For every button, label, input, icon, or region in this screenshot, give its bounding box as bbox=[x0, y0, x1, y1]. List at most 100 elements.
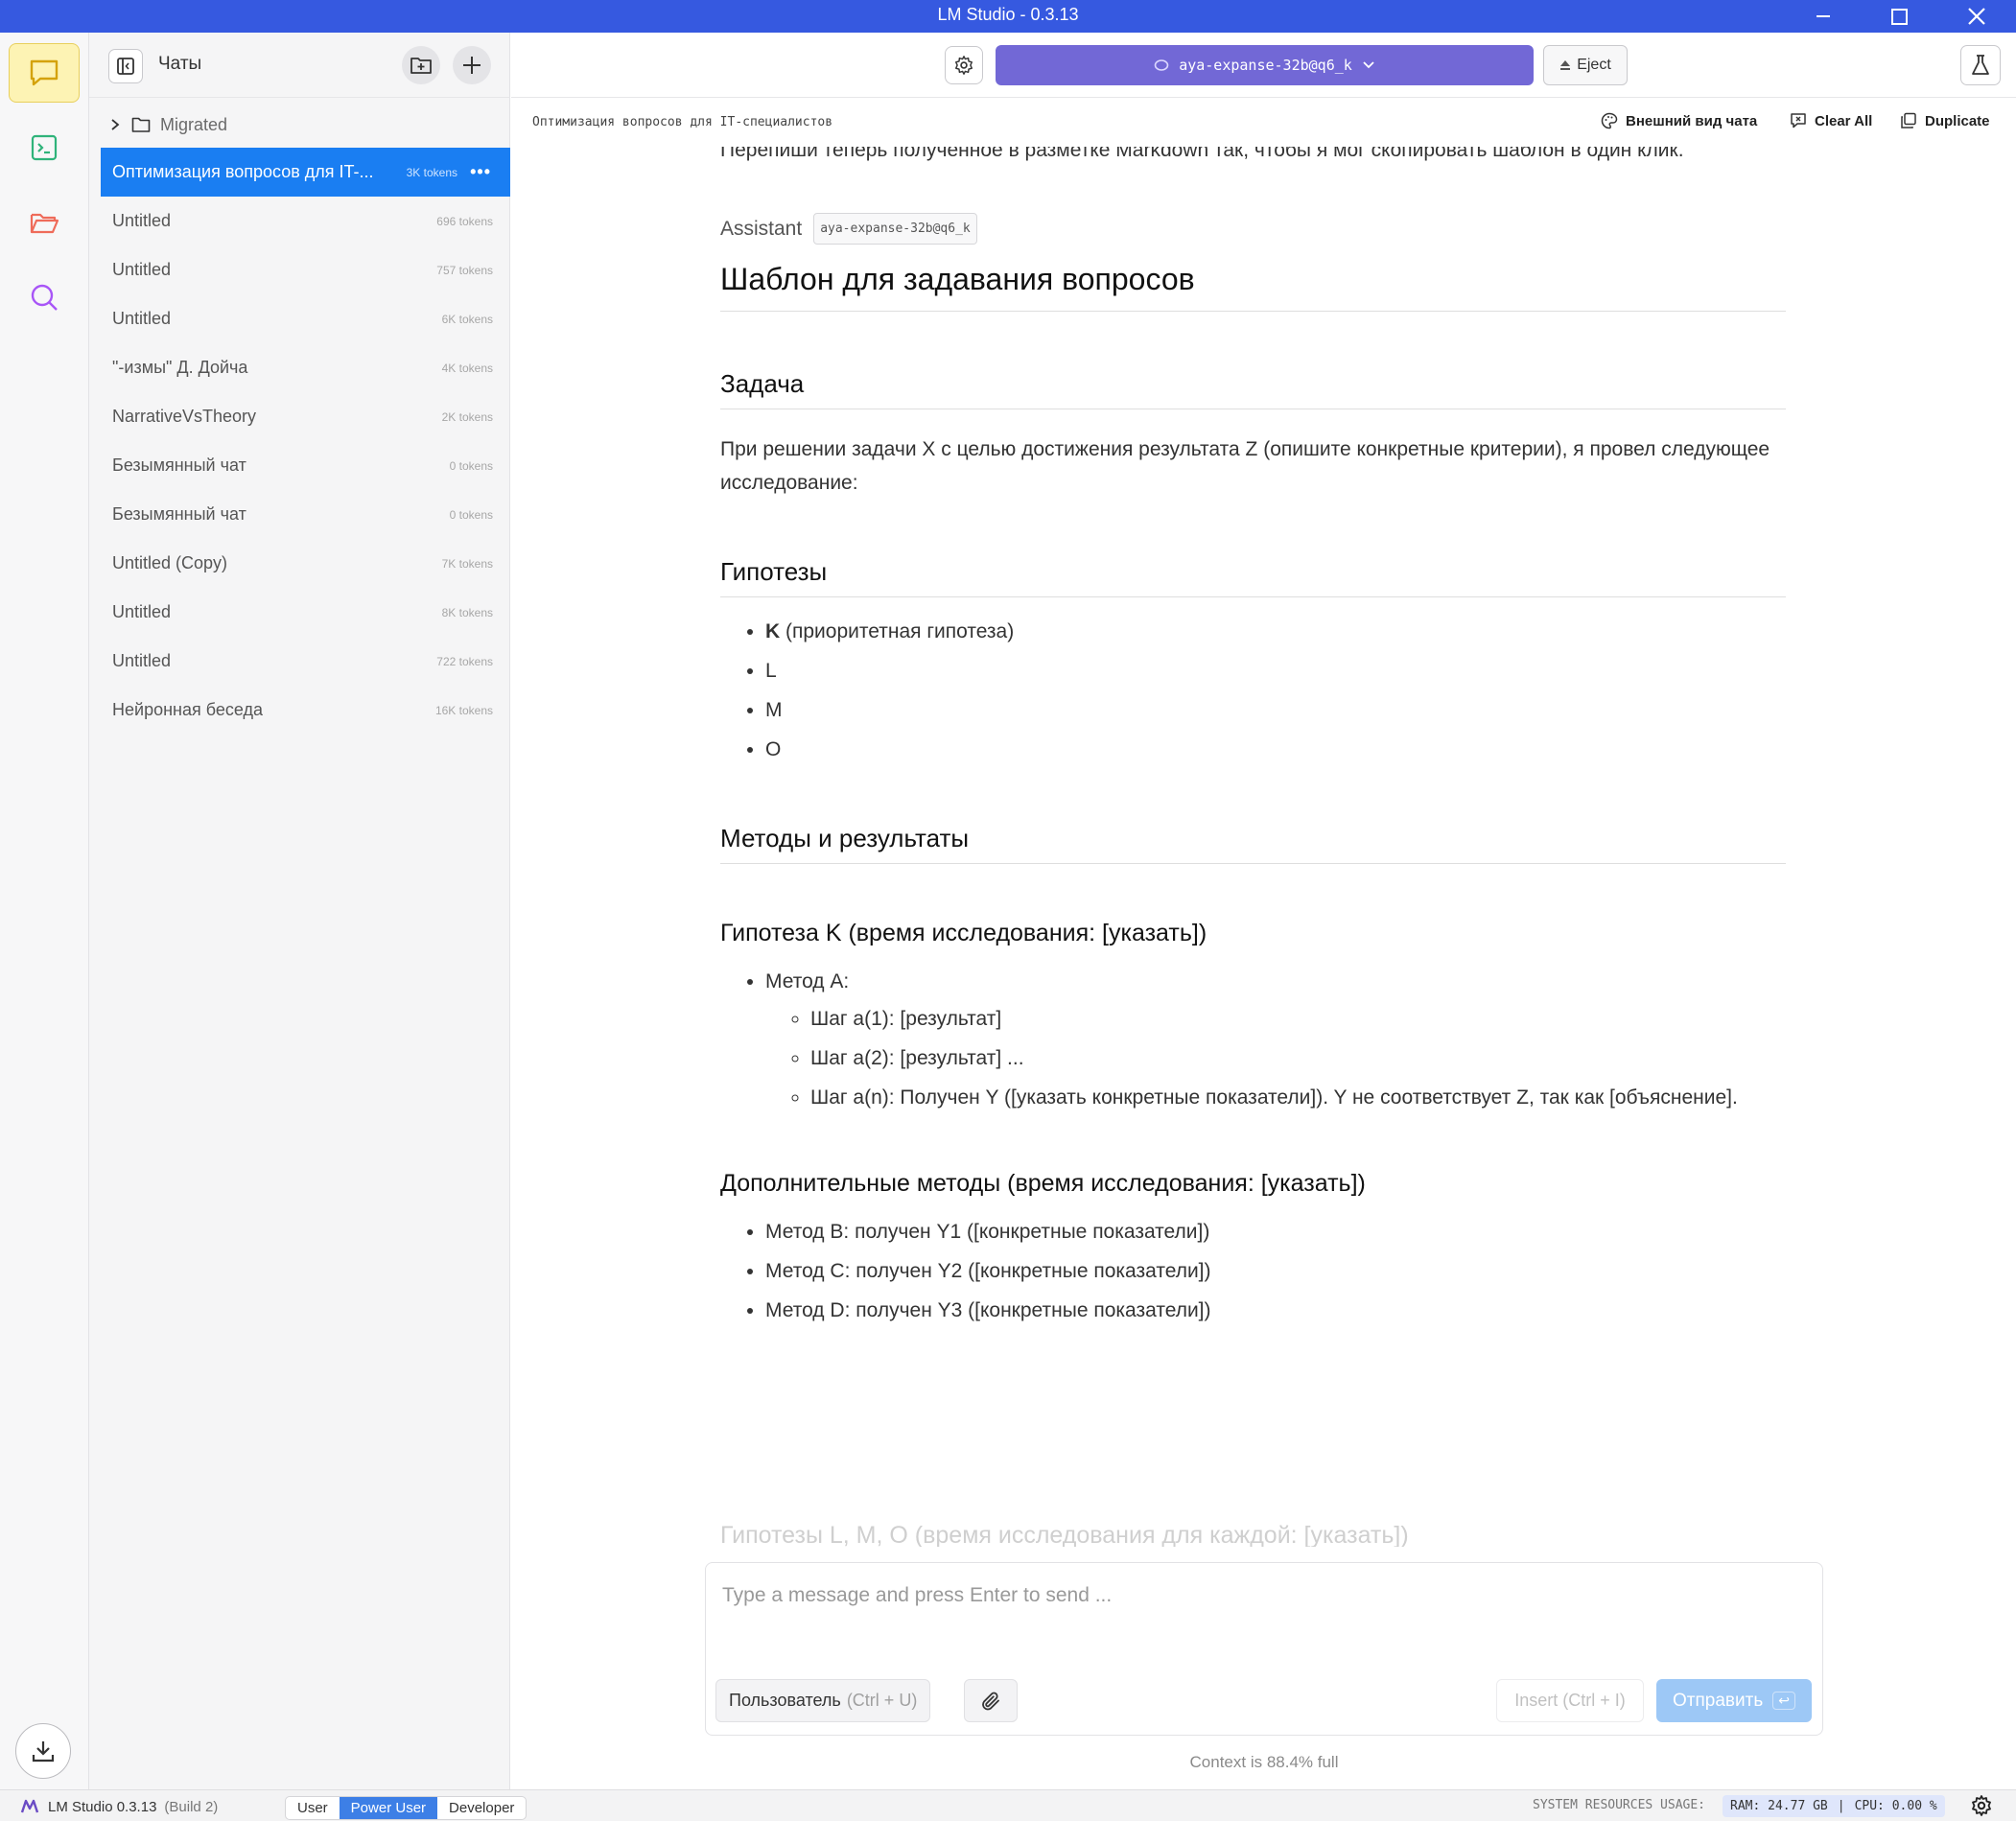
chat-item-title: NarrativeVsTheory bbox=[112, 407, 257, 426]
folder-migrated[interactable]: Migrated bbox=[89, 104, 510, 146]
chat-item-tokens: 16K tokens bbox=[434, 703, 493, 717]
main-topbar: aya-expanse-32b@q6_k Eject bbox=[511, 33, 2016, 98]
task-text: При решении задачи X с целью достижения … bbox=[720, 438, 1770, 494]
hypotheses-list: K (приоритетная гипотеза) L M O bbox=[720, 615, 1786, 766]
list-item: L bbox=[765, 654, 1786, 688]
duplicate-icon bbox=[1901, 112, 1916, 128]
insert-button[interactable]: Insert (Ctrl + I) bbox=[1496, 1679, 1644, 1722]
resources-readout[interactable]: RAM: 24.77 GB | CPU: 0.00 % bbox=[1723, 1795, 1945, 1817]
settings-button[interactable] bbox=[945, 46, 983, 84]
insert-shortcut: (Ctrl + I) bbox=[1562, 1691, 1626, 1710]
mode-developer-button[interactable]: Developer bbox=[437, 1797, 526, 1819]
clear-all-button[interactable]: Clear All bbox=[1790, 112, 1872, 129]
chat-item[interactable]: NarrativeVsTheory 2K tokens bbox=[101, 392, 510, 441]
chat-item[interactable]: Untitled 722 tokens bbox=[101, 637, 510, 686]
palette-icon bbox=[1601, 112, 1618, 129]
downloads-button[interactable] bbox=[15, 1723, 71, 1779]
role-shortcut: (Ctrl + U) bbox=[846, 1691, 918, 1710]
send-button[interactable]: Отправить ↩ bbox=[1656, 1679, 1812, 1722]
chat-item[interactable]: Untitled 6K tokens bbox=[101, 294, 510, 343]
mode-switcher: User Power User Developer bbox=[285, 1796, 527, 1820]
app-version: LM Studio 0.3.13 (Build 2) bbox=[19, 1798, 218, 1815]
resources-label: SYSTEM RESOURCES USAGE: bbox=[1533, 1798, 1706, 1812]
more-options-icon[interactable]: ••• bbox=[470, 162, 491, 182]
maximize-icon bbox=[1890, 8, 1908, 25]
user-message-text: Перепиши теперь полученное в разметке Ma… bbox=[720, 147, 1684, 161]
minimize-button[interactable] bbox=[1784, 0, 1863, 33]
chat-item-tokens: 7K tokens bbox=[441, 556, 493, 571]
developer-nav-button[interactable] bbox=[9, 118, 80, 177]
method-a-steps: Шаг a(1): [результат] Шаг a(2): [результ… bbox=[765, 1002, 1786, 1114]
message-composer: Пользователь (Ctrl + U) Insert (Ctrl + I… bbox=[705, 1562, 1823, 1736]
experiment-button[interactable] bbox=[1960, 45, 2001, 85]
close-button[interactable] bbox=[1937, 0, 2016, 33]
methods-heading: Методы и результаты bbox=[720, 824, 1786, 864]
download-icon bbox=[32, 1741, 55, 1763]
chat-appearance-button[interactable]: Внешний вид чата bbox=[1601, 112, 1757, 129]
collapse-sidebar-button[interactable] bbox=[108, 49, 143, 83]
chat-item[interactable]: Безымянный чат 0 tokens bbox=[101, 490, 510, 539]
hypothesis-text: (приоритетная гипотеза) bbox=[780, 620, 1015, 642]
list-item: Метод B: получен Y1 ([конкретные показат… bbox=[765, 1215, 1786, 1249]
flask-icon bbox=[1972, 55, 1989, 75]
chat-title: Оптимизация вопросов для IT-специалистов bbox=[532, 115, 833, 129]
markdown-h1: Шаблон для задавания вопросов bbox=[720, 262, 1786, 312]
chat-list: Оптимизация вопросов для IT-... 3K token… bbox=[101, 148, 510, 735]
nav-rail bbox=[0, 33, 89, 1789]
chat-item-tokens: 2K tokens bbox=[441, 409, 493, 424]
chat-subheader: Оптимизация вопросов для IT-специалистов… bbox=[511, 99, 2016, 147]
chat-item-active[interactable]: Оптимизация вопросов для IT-... 3K token… bbox=[101, 148, 510, 197]
chat-item[interactable]: Untitled 696 tokens bbox=[101, 197, 510, 245]
chat-item-tokens: 722 tokens bbox=[436, 654, 493, 668]
mode-power-user-button[interactable]: Power User bbox=[339, 1797, 438, 1819]
message-list: Перепиши теперь полученное в разметке Ma… bbox=[720, 147, 1786, 1542]
message-input[interactable] bbox=[722, 1584, 1777, 1607]
app-settings-button[interactable] bbox=[1970, 1794, 1993, 1821]
maximize-button[interactable] bbox=[1860, 0, 1938, 33]
chat-item-tokens: 0 tokens bbox=[449, 507, 493, 522]
list-item: K (приоритетная гипотеза) bbox=[765, 615, 1786, 648]
attach-file-button[interactable] bbox=[964, 1679, 1018, 1722]
role-toggle-button[interactable]: Пользователь (Ctrl + U) bbox=[715, 1679, 931, 1722]
hypothesis-k-heading: Гипотеза K (время исследования: [указать… bbox=[720, 920, 1207, 946]
chats-sidebar: Чаты Migrated Оптимизация вопросов для I… bbox=[89, 33, 510, 1789]
model-selector[interactable]: aya-expanse-32b@q6_k bbox=[996, 45, 1534, 85]
chat-item[interactable]: Безымянный чат 0 tokens bbox=[101, 441, 510, 490]
chat-item-tokens: 4K tokens bbox=[441, 361, 493, 375]
window-titlebar: LM Studio - 0.3.13 bbox=[0, 0, 2016, 33]
role-label: Пользователь bbox=[729, 1691, 841, 1710]
sidebar-header: Чаты bbox=[89, 33, 510, 98]
chat-item[interactable]: "-измы" Д. Дойча 4K tokens bbox=[101, 343, 510, 392]
chat-item[interactable]: Нейронная беседа 16K tokens bbox=[101, 686, 510, 735]
list-item: Шаг a(2): [результат] ... bbox=[810, 1041, 1786, 1075]
chat-item-tokens: 757 tokens bbox=[436, 263, 493, 277]
chat-item[interactable]: Untitled 8K tokens bbox=[101, 588, 510, 637]
folder-plus-icon bbox=[410, 58, 432, 74]
mode-user-button[interactable]: User bbox=[286, 1797, 340, 1819]
duplicate-button[interactable]: Duplicate bbox=[1900, 112, 1990, 129]
chat-item-tokens: 8K tokens bbox=[441, 605, 493, 619]
return-key-icon: ↩ bbox=[1772, 1692, 1795, 1710]
close-icon bbox=[1968, 8, 1985, 25]
chat-nav-button[interactable] bbox=[9, 43, 80, 103]
assistant-label: Assistant bbox=[720, 217, 803, 240]
build-number: (Build 2) bbox=[164, 1798, 219, 1815]
models-nav-button[interactable] bbox=[9, 193, 80, 252]
chat-item[interactable]: Untitled (Copy) 7K tokens bbox=[101, 539, 510, 588]
list-item: Шаг a(n): Получен Y ([указать конкретные… bbox=[810, 1081, 1786, 1114]
chat-item[interactable]: Untitled 757 tokens bbox=[101, 245, 510, 294]
new-folder-button[interactable] bbox=[402, 46, 440, 84]
new-chat-button[interactable] bbox=[453, 46, 491, 84]
chat-item-title: Оптимизация вопросов для IT-... bbox=[112, 162, 374, 181]
context-usage-note: Context is 88.4% full bbox=[1189, 1753, 1339, 1771]
app-name: LM Studio 0.3.13 bbox=[48, 1798, 157, 1815]
chat-item-title: Untitled bbox=[112, 260, 172, 279]
gear-icon bbox=[1972, 1795, 1991, 1816]
method-a-list: Метод A: Шаг a(1): [результат] Шаг a(2):… bbox=[720, 965, 1786, 1114]
eject-button[interactable]: Eject bbox=[1543, 45, 1628, 85]
list-item: Метод C: получен Y2 ([конкретные показат… bbox=[765, 1254, 1786, 1288]
task-heading: Задача bbox=[720, 369, 1786, 409]
search-nav-button[interactable] bbox=[9, 268, 80, 327]
chat-item-title: Untitled bbox=[112, 211, 172, 230]
paperclip-icon bbox=[982, 1692, 999, 1710]
